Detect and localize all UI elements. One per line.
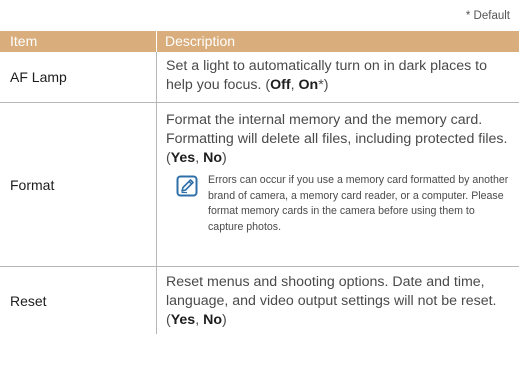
separator: , (195, 312, 204, 328)
separator: , (195, 150, 204, 166)
format-note: Errors can occur if you use a memory car… (166, 173, 511, 235)
option-no: No (203, 150, 223, 166)
format-description: Format the internal memory and the memor… (166, 111, 511, 168)
item-format: Format (0, 103, 157, 266)
option-on: On (298, 77, 319, 93)
description-reset: Reset menus and shooting options. Date a… (157, 267, 519, 334)
table-row-reset: Reset Reset menus and shooting options. … (0, 267, 519, 334)
item-reset: Reset (0, 267, 157, 334)
header-item: Item (0, 31, 157, 52)
note-pencil-icon (176, 175, 198, 197)
description-af-lamp: Set a light to automatically turn on in … (157, 52, 519, 102)
description-format: Format the internal memory and the memor… (157, 103, 519, 266)
table-row-af-lamp: AF Lamp Set a light to automatically tur… (0, 52, 519, 103)
suffix: ) (222, 150, 227, 166)
option-off: Off (270, 77, 291, 93)
table-row-format: Format Format the internal memory and th… (0, 103, 519, 267)
suffix: ) (222, 312, 227, 328)
table-header: Item Description (0, 31, 519, 52)
note-text: Errors can occur if you use a memory car… (208, 174, 509, 233)
settings-table: Item Description AF Lamp Set a light to … (0, 31, 519, 334)
suffix: *) (318, 77, 329, 93)
item-af-lamp: AF Lamp (0, 52, 157, 102)
separator: , (290, 77, 299, 93)
header-description: Description (165, 33, 236, 49)
option-yes: Yes (170, 312, 196, 328)
option-yes: Yes (170, 150, 196, 166)
default-note: * Default (465, 10, 510, 22)
option-no: No (203, 312, 223, 328)
